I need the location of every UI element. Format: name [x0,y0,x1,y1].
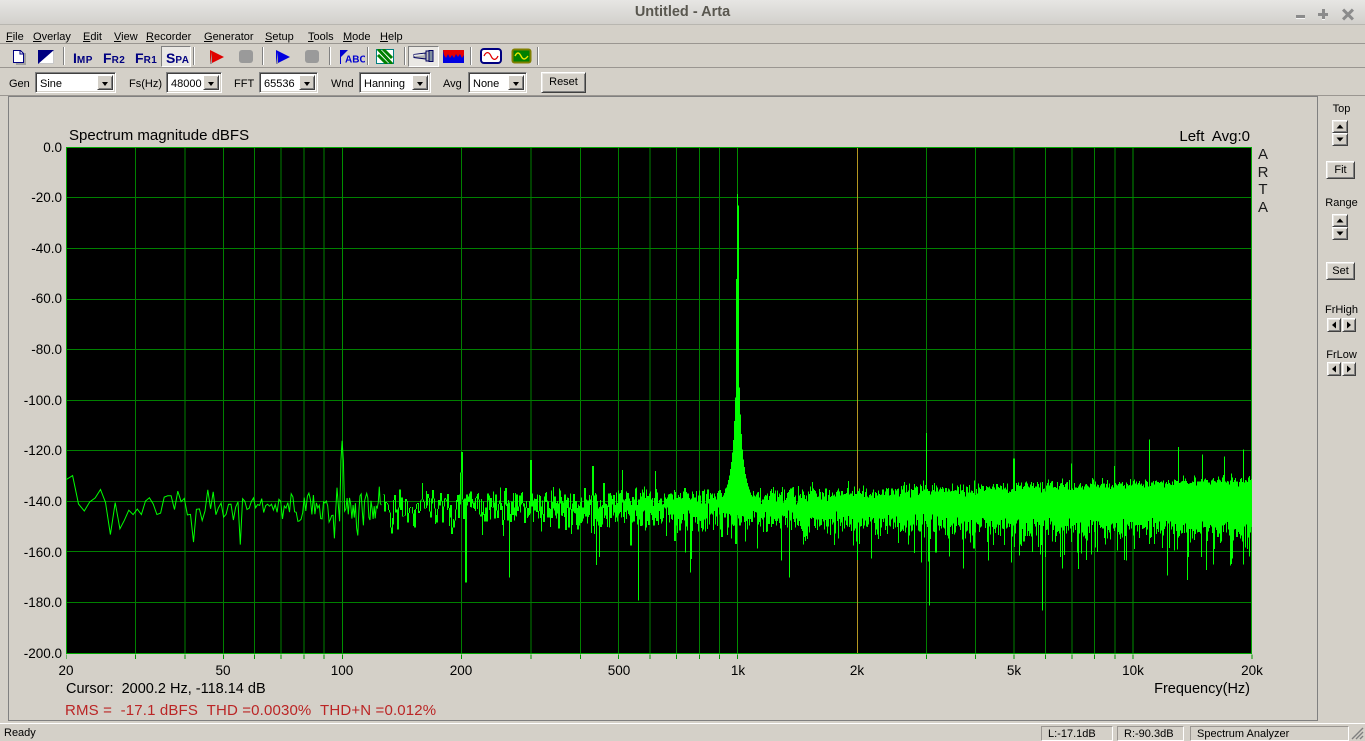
svg-text:ABC: ABC [345,55,365,66]
